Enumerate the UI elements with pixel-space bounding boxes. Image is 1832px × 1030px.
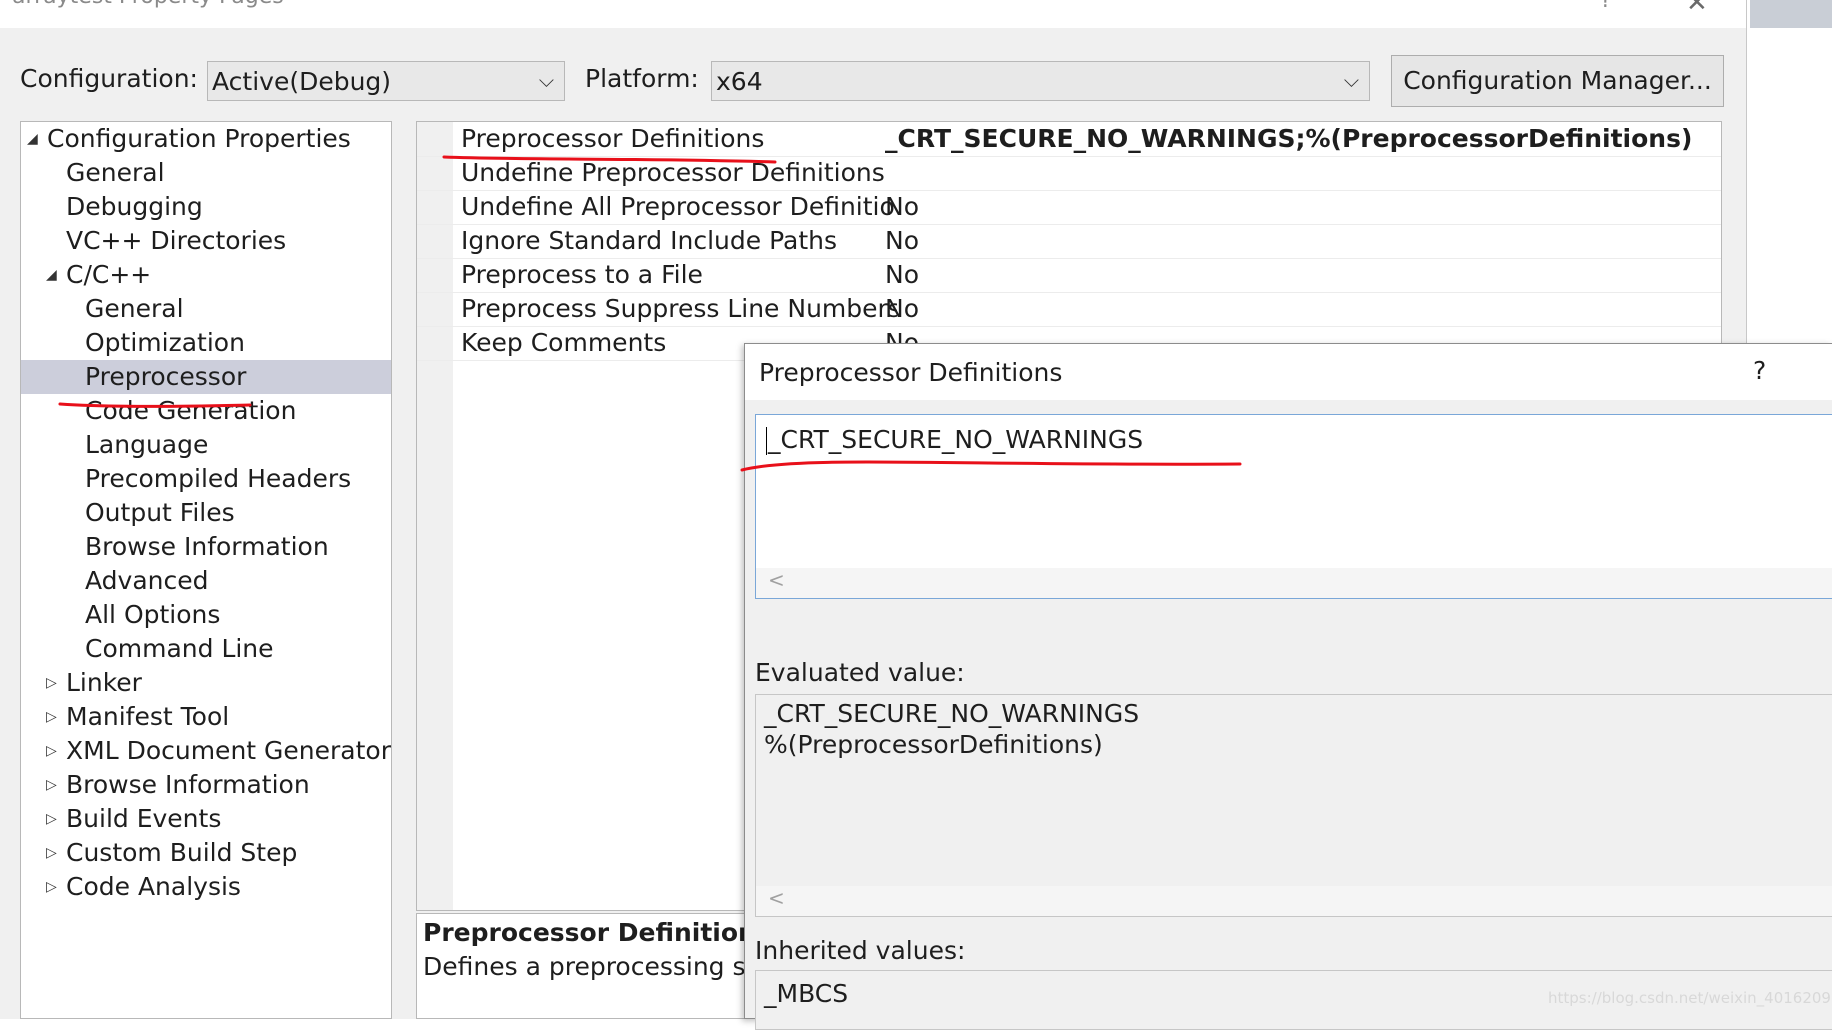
preprocessor-definitions-dialog: Preprocessor Definitions ? _CRT_SECURE_N… (744, 343, 1832, 1030)
inherited-value-text: _MBCS (764, 979, 849, 1008)
window-title: arraytest Property Pages (12, 0, 284, 9)
expanded-triangle-icon[interactable]: ◢ (46, 258, 57, 292)
tree-item-optimization[interactable]: Optimization (21, 326, 391, 360)
tree-item-precompiled-headers[interactable]: Precompiled Headers (21, 462, 391, 496)
chevron-down-icon: ⌵ (1343, 68, 1359, 92)
tree-item-build-events[interactable]: ▷ Build Events (21, 802, 391, 836)
tree-item-all-options[interactable]: All Options (21, 598, 391, 632)
evaluated-value-box: _CRT_SECURE_NO_WARNINGS %(PreprocessorDe… (755, 694, 1832, 917)
collapsed-triangle-icon[interactable]: ▷ (46, 700, 57, 734)
collapsed-triangle-icon[interactable]: ▷ (46, 768, 57, 802)
dialog-help-button[interactable]: ? (1753, 356, 1766, 385)
configuration-manager-button[interactable]: Configuration Manager... (1391, 55, 1724, 107)
tree-item-advanced[interactable]: Advanced (21, 564, 391, 598)
evaluated-value-label: Evaluated value: (755, 658, 965, 687)
expanded-triangle-icon[interactable]: ◢ (27, 122, 38, 156)
collapsed-triangle-icon[interactable]: ▷ (46, 802, 57, 836)
description-title: Preprocessor Definitions (423, 918, 756, 947)
definitions-edit-text: _CRT_SECURE_NO_WARNINGS (768, 425, 1144, 454)
configuration-value: Active(Debug) (212, 67, 392, 96)
collapsed-triangle-icon[interactable]: ▷ (46, 666, 57, 700)
tree-item-preprocessor[interactable]: Preprocessor (21, 360, 391, 394)
configuration-label: Configuration: (20, 64, 198, 93)
tree-item-debugging[interactable]: Debugging (21, 190, 391, 224)
tree-item-language[interactable]: Language (21, 428, 391, 462)
collapsed-triangle-icon[interactable]: ▷ (46, 836, 57, 870)
collapsed-triangle-icon[interactable]: ▷ (46, 870, 57, 904)
tree-item-general[interactable]: General (21, 156, 391, 190)
tree-item-linker[interactable]: ▷ Linker (21, 666, 391, 700)
grid-row-preprocessor-definitions[interactable]: Preprocessor Definitions _CRT_SECURE_NO_… (417, 122, 1721, 157)
text-caret (766, 427, 767, 455)
platform-combo[interactable]: x64 ⌵ (711, 61, 1370, 101)
tree-item-c-cpp[interactable]: ◢ C/C++ (21, 258, 391, 292)
inherited-values-label: Inherited values: (755, 936, 966, 965)
background-window-edge (1750, 0, 1832, 28)
grid-row-preprocess-suppress-line-numbers[interactable]: Preprocess Suppress Line Numbers No (417, 292, 1721, 327)
edit-horizontal-scrollbar[interactable]: < (756, 568, 1832, 598)
tree-item-browse-information[interactable]: ▷ Browse Information (21, 768, 391, 802)
evaluated-line: %(PreprocessorDefinitions) (764, 730, 1103, 759)
tree-item-manifest-tool[interactable]: ▷ Manifest Tool (21, 700, 391, 734)
tree-item-cpp-browse-information[interactable]: Browse Information (21, 530, 391, 564)
window-close-button[interactable]: ✕ (1686, 0, 1708, 18)
dialog-header: Preprocessor Definitions ? (745, 344, 1832, 400)
grid-row-ignore-standard-include-paths[interactable]: Ignore Standard Include Paths No (417, 224, 1721, 259)
scroll-left-icon[interactable]: < (768, 886, 785, 910)
tree-item-code-generation[interactable]: Code Generation (21, 394, 391, 428)
grid-row-preprocess-to-a-file[interactable]: Preprocess to a File No (417, 258, 1721, 293)
tree-item-xml-document-generator[interactable]: ▷ XML Document Generator (21, 734, 391, 768)
tree-item-vc-directories[interactable]: VC++ Directories (21, 224, 391, 258)
tree-item-command-line[interactable]: Command Line (21, 632, 391, 666)
title-bar: arraytest Property Pages ? ✕ (0, 0, 1746, 28)
dialog-title: Preprocessor Definitions (759, 358, 1063, 387)
property-tree: ◢ Configuration Properties General Debug… (20, 121, 392, 1019)
tree-item-cpp-general[interactable]: General (21, 292, 391, 326)
chevron-down-icon: ⌵ (538, 68, 554, 92)
definitions-edit-box[interactable]: _CRT_SECURE_NO_WARNINGS < (755, 414, 1832, 599)
grid-row-undefine-all-preprocessor-definitions[interactable]: Undefine All Preprocessor Definitions No (417, 190, 1721, 225)
platform-label: Platform: (585, 64, 699, 93)
tree-item-code-analysis[interactable]: ▷ Code Analysis (21, 870, 391, 904)
window-help-button[interactable]: ? (1600, 0, 1612, 13)
configuration-combo[interactable]: Active(Debug) ⌵ (207, 61, 565, 101)
description-pane: Preprocessor Definitions Defines a prepr… (416, 913, 756, 1019)
grid-row-undefine-preprocessor-definitions[interactable]: Undefine Preprocessor Definitions (417, 156, 1721, 191)
watermark: https://blog.csdn.net/weixin_40162095 (1548, 989, 1832, 1007)
platform-value: x64 (716, 67, 763, 96)
tree-item-configuration-properties[interactable]: ◢ Configuration Properties (21, 122, 391, 156)
evaluated-horizontal-scrollbar[interactable]: < (756, 886, 1832, 916)
tree-item-output-files[interactable]: Output Files (21, 496, 391, 530)
collapsed-triangle-icon[interactable]: ▷ (46, 734, 57, 768)
description-text: Defines a preprocessing sym (423, 952, 756, 981)
scroll-left-icon[interactable]: < (768, 568, 785, 592)
evaluated-line: _CRT_SECURE_NO_WARNINGS (764, 699, 1140, 728)
tree-item-custom-build-step[interactable]: ▷ Custom Build Step (21, 836, 391, 870)
